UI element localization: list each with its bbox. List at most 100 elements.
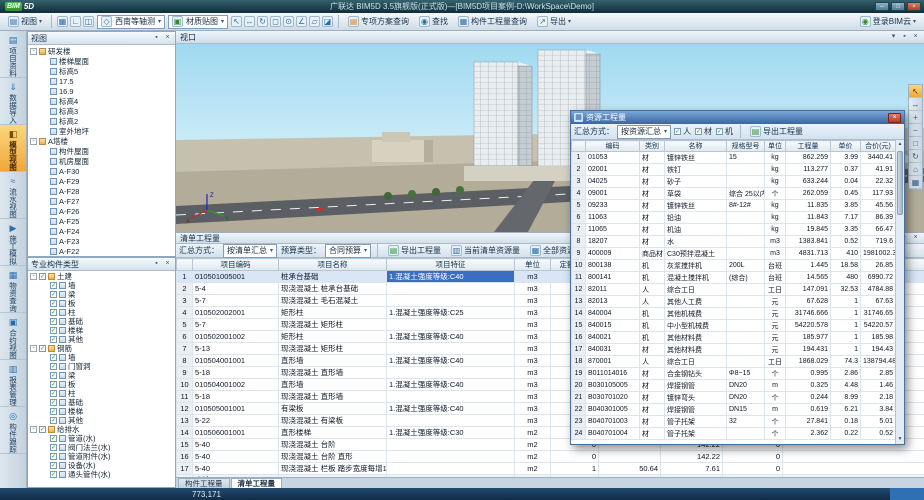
section-icon[interactable]: ▱ bbox=[309, 16, 320, 27]
side-tab-material-query[interactable]: ▦物资查询 bbox=[0, 266, 26, 313]
column-header[interactable]: 类别 bbox=[640, 141, 665, 152]
checkbox-icon[interactable]: ✓ bbox=[50, 354, 57, 361]
column-header[interactable]: 单位 bbox=[765, 141, 786, 152]
material-mode-dropdown[interactable]: ▣ 材质贴图 ▾ bbox=[168, 15, 228, 29]
checkbox-icon[interactable]: ✓ bbox=[39, 273, 46, 280]
zoom-extents-icon[interactable]: ⊙ bbox=[283, 16, 294, 27]
fullscreen-icon[interactable]: ▦ bbox=[909, 176, 922, 189]
tree-item[interactable]: A-F22 bbox=[28, 246, 175, 256]
tree-item[interactable]: 室外地坪 bbox=[28, 126, 175, 136]
side-tab-construction-simulation[interactable]: ▶施工模拟 bbox=[0, 219, 26, 266]
checkbox-icon[interactable]: ✓ bbox=[50, 471, 57, 478]
resource-row[interactable]: 23B040701003材管子托架32个27.8410.185.01 bbox=[572, 416, 896, 428]
column-header[interactable]: 工程量 bbox=[786, 141, 831, 152]
tree-item[interactable]: A-F24 bbox=[28, 226, 175, 236]
pan-hand-icon[interactable]: ↔ bbox=[909, 98, 922, 111]
view-mode-dropdown[interactable]: ◇ 西南等轴测 ▾ bbox=[97, 15, 165, 29]
tree-item[interactable]: A-F23 bbox=[28, 236, 175, 246]
tree-item[interactable]: 16.9 bbox=[28, 86, 175, 96]
tree-item[interactable]: 机房屋面 bbox=[28, 156, 175, 166]
tree-item[interactable]: ✓梁 bbox=[28, 371, 175, 380]
resource-row[interactable]: 101053材镀锌铁丝15kg862.2593.993440.41 bbox=[572, 152, 896, 164]
checkbox-icon[interactable]: ✓ bbox=[50, 417, 57, 424]
tab-构件工程量[interactable]: 构件工程量 bbox=[178, 478, 230, 488]
export-button[interactable]: ↗导出▾ bbox=[533, 14, 575, 29]
resource-export-button[interactable]: ▤ 导出工程量 bbox=[746, 124, 807, 139]
tree-item[interactable]: ✓楼梯 bbox=[28, 326, 175, 335]
checkbox-icon[interactable]: ✓ bbox=[50, 300, 57, 307]
tree-item[interactable]: ✓其他 bbox=[28, 416, 175, 425]
checkbox-icon[interactable]: ✓ bbox=[50, 390, 57, 397]
tree-item[interactable]: 楼梯屋面 bbox=[28, 56, 175, 66]
tree-item[interactable]: ✓其他 bbox=[28, 335, 175, 344]
resource-row[interactable]: 818207材水m31383.8410.52719.6 bbox=[572, 236, 896, 248]
quantity-row[interactable]: 165-40现浇混凝土 台阶 直形m20142.220 bbox=[177, 451, 924, 463]
filter-材[interactable]: ✓材 bbox=[695, 126, 712, 137]
side-tab-data-import[interactable]: ⇓数据导入 bbox=[0, 78, 26, 125]
pin-icon[interactable]: ▪ bbox=[900, 33, 909, 42]
checkbox-icon[interactable]: ✓ bbox=[50, 453, 57, 460]
resource-row[interactable]: 10800138机灰浆搅拌机200L台班1.44518.5826.85 bbox=[572, 260, 896, 272]
tree-item[interactable]: A-F25 bbox=[28, 216, 175, 226]
checkbox-icon[interactable]: ✓ bbox=[50, 381, 57, 388]
tree-item[interactable]: ✓门窗洞 bbox=[28, 362, 175, 371]
resource-row[interactable]: 1382013人其他人工费元67.628167.63 bbox=[572, 296, 896, 308]
resource-row[interactable]: 22B040301005材焊接钢管DN15m0.6196.213.84 bbox=[572, 404, 896, 416]
close-icon[interactable]: × bbox=[163, 34, 172, 43]
tree-item[interactable]: -✓钢筋 bbox=[28, 344, 175, 353]
resource-row[interactable]: 19B011014016材合金钢钻头Φ8~15个0.9952.862.85 bbox=[572, 368, 896, 380]
column-header[interactable]: 编码 bbox=[586, 141, 640, 152]
expander-icon[interactable]: - bbox=[30, 48, 37, 55]
checkbox-icon[interactable]: ✓ bbox=[50, 363, 57, 370]
scroll-up-icon[interactable]: ▲ bbox=[896, 140, 904, 149]
tree-item[interactable]: 构件屋面 bbox=[28, 146, 175, 156]
checkbox-icon[interactable]: ✓ bbox=[50, 444, 57, 451]
minimize-button[interactable]: ─ bbox=[875, 2, 889, 11]
close-icon[interactable]: × bbox=[911, 33, 920, 42]
resource-row[interactable]: 409001材草袋综合 25以内个262.0590.45117.93 bbox=[572, 188, 896, 200]
tree-item[interactable]: ✓基础 bbox=[28, 317, 175, 326]
side-tab-contract-view[interactable]: ▣合约视图 bbox=[0, 313, 26, 360]
tree-item[interactable]: 标高5 bbox=[28, 66, 175, 76]
orbit-icon[interactable]: ↻ bbox=[257, 16, 268, 27]
measure-icon[interactable]: ∠ bbox=[296, 16, 307, 27]
checkbox-icon[interactable]: ✓ bbox=[50, 309, 57, 316]
resource-row[interactable]: 16840021机其他材料费元185.9771185.98 bbox=[572, 332, 896, 344]
checkbox-icon[interactable]: ✓ bbox=[50, 291, 57, 298]
grid-plane-icon[interactable]: ▦ bbox=[57, 16, 68, 27]
resource-row[interactable]: 711065材机油kg19.8453.3566.47 bbox=[572, 224, 896, 236]
tree-item[interactable]: ✓基础 bbox=[28, 398, 175, 407]
checkbox-icon[interactable]: ✓ bbox=[695, 128, 702, 135]
tree-item[interactable]: 17.5 bbox=[28, 76, 175, 86]
checkbox-icon[interactable]: ✓ bbox=[674, 128, 681, 135]
side-tab-model-view[interactable]: ◧模型视图 bbox=[0, 125, 26, 172]
tree-item[interactable]: ✓墙 bbox=[28, 281, 175, 290]
tree-item[interactable]: ✓板 bbox=[28, 299, 175, 308]
close-button[interactable]: × bbox=[907, 2, 921, 11]
scroll-thumb[interactable] bbox=[897, 151, 903, 215]
search-button[interactable]: ◉查找 bbox=[415, 14, 452, 29]
tree-item[interactable]: A-F29 bbox=[28, 176, 175, 186]
resource-row[interactable]: 304025材砂子kg633.2440.0422.32 bbox=[572, 176, 896, 188]
tree-item[interactable]: 标高2 bbox=[28, 116, 175, 126]
scroll-down-icon[interactable]: ▼ bbox=[896, 435, 904, 444]
checkbox-icon[interactable]: ✓ bbox=[50, 327, 57, 334]
tree-item[interactable]: ✓楼梯 bbox=[28, 407, 175, 416]
tree-item[interactable]: A-F28 bbox=[28, 186, 175, 196]
dock-menu-icon[interactable]: ▾ bbox=[889, 33, 898, 42]
visibility-icon[interactable]: ◪ bbox=[322, 16, 333, 27]
resource-row[interactable]: 21B030701020材镀锌弯头DN20个0.2448.992.18 bbox=[572, 392, 896, 404]
checkbox-icon[interactable]: ✓ bbox=[50, 462, 57, 469]
tree-item[interactable]: A-F26 bbox=[28, 206, 175, 216]
checkbox-icon[interactable]: ✓ bbox=[50, 282, 57, 289]
expander-icon[interactable]: - bbox=[30, 345, 37, 352]
side-tab-project-info[interactable]: ▤项目资料 bbox=[0, 31, 26, 78]
close-icon[interactable]: × bbox=[163, 260, 172, 269]
login-button[interactable]: ◉ 登录BIM云 ▾ bbox=[856, 14, 920, 29]
tab-清单工程量[interactable]: 清单工程量 bbox=[231, 478, 283, 488]
checkbox-icon[interactable]: ✓ bbox=[716, 128, 723, 135]
budget-type-dropdown[interactable]: 合同预算 ▾ bbox=[325, 244, 371, 258]
checkbox-icon[interactable]: ✓ bbox=[50, 408, 57, 415]
special-plan-query-button[interactable]: ▤专项方案查询 bbox=[344, 14, 413, 29]
expander-icon[interactable]: - bbox=[30, 273, 37, 280]
